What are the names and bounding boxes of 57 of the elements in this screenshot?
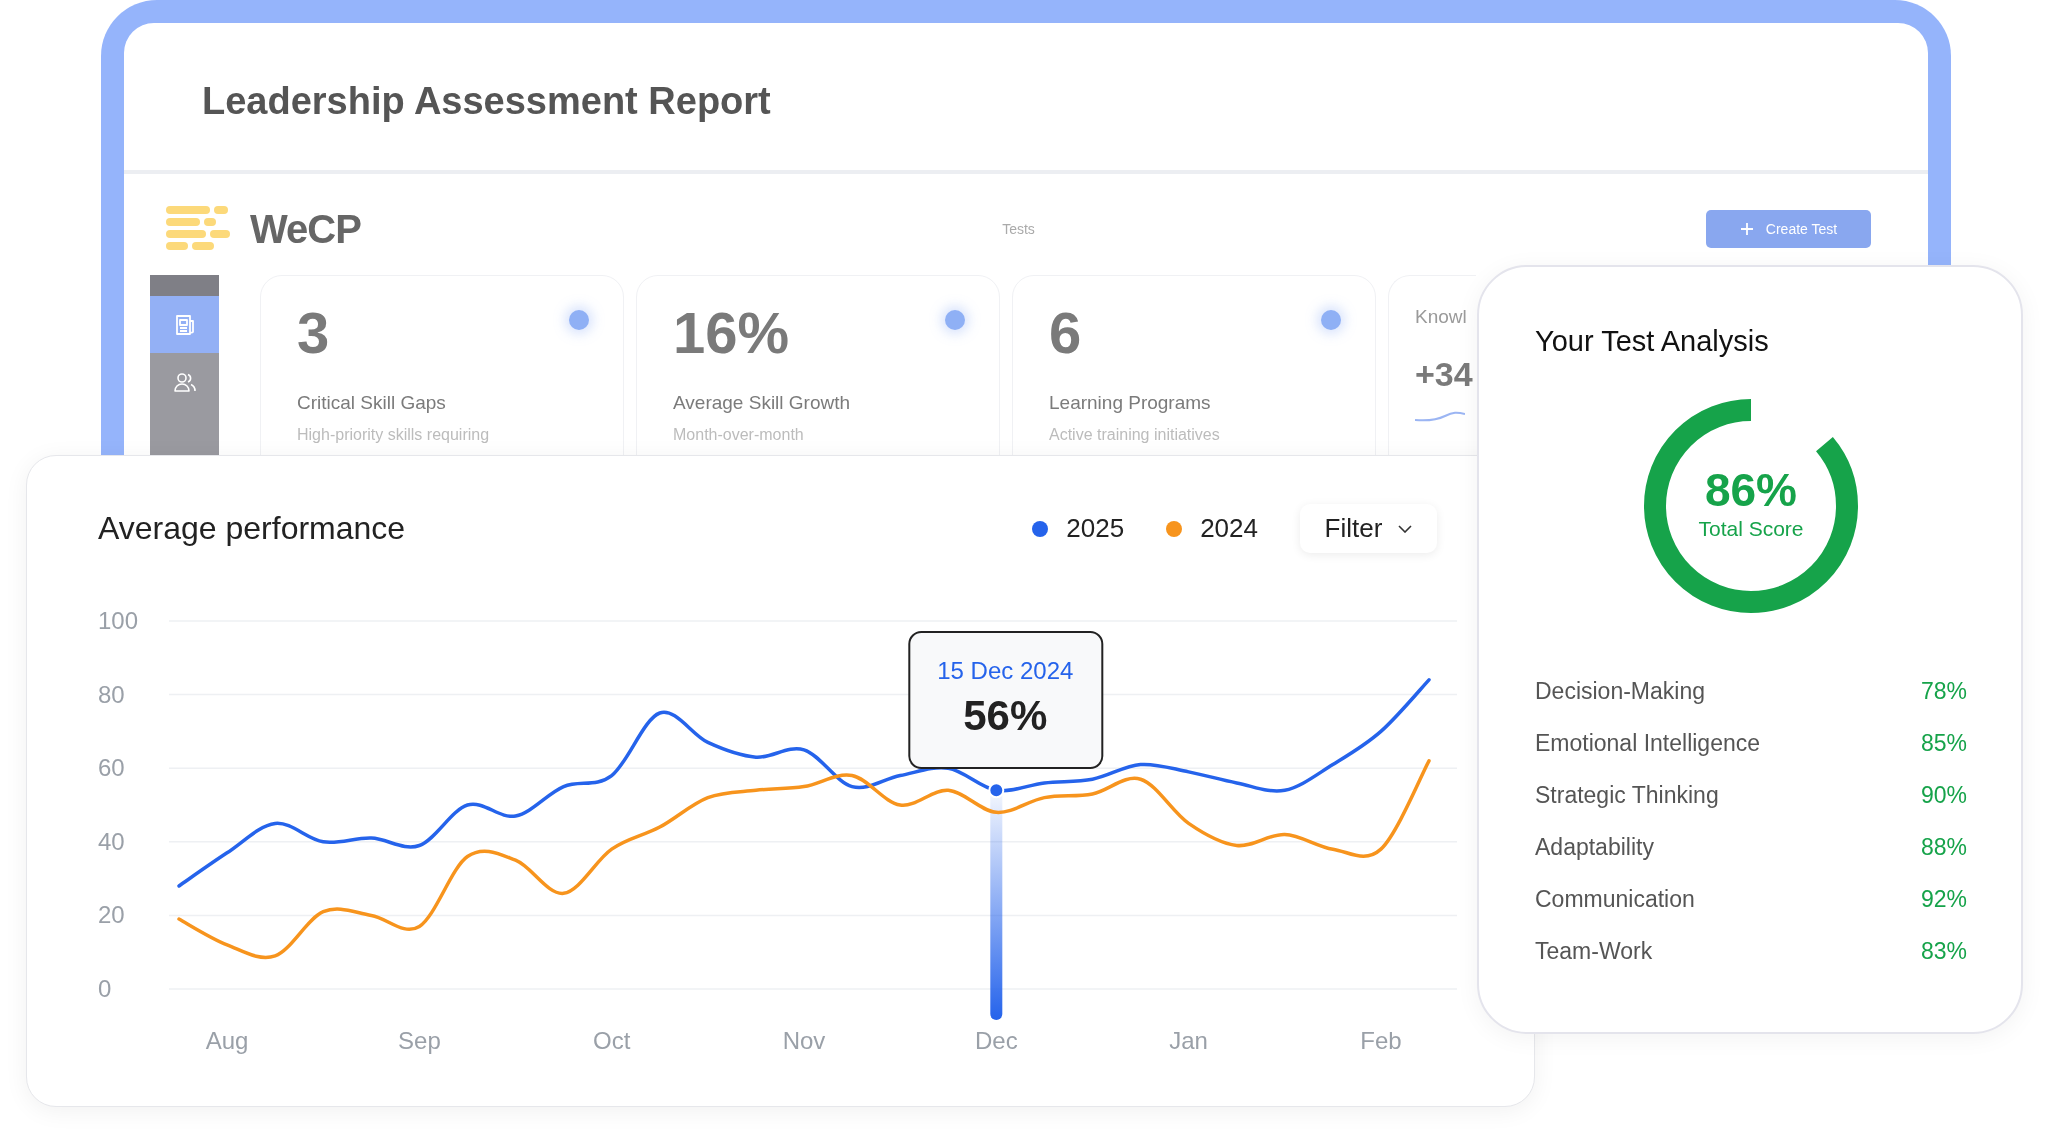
stat-value: 16% [673,299,790,367]
filter-button[interactable]: Filter [1300,504,1437,553]
stat-label: Critical Skill Gaps [297,392,447,414]
legend-label: 2024 [1200,513,1258,544]
skill-score: 90% [1920,781,1967,809]
stat-label: Knowl [1415,306,1468,328]
stat-description: Month-over-month [673,426,805,444]
nav-link[interactable]: Tests [1002,221,1035,237]
report-title: Leadership Assessment Report [124,23,1928,174]
logo-text: WeCP [250,206,361,252]
create-test-button[interactable]: Create Test [1706,210,1871,248]
stat-label: Average Skill Growth [673,392,852,414]
stat-value: 6 [1049,299,1082,367]
sidebar-header [150,275,219,296]
axis-label: 100 [98,607,139,634]
axis-label: Nov [782,1027,826,1054]
chart-title: Average performance [98,510,406,547]
axis-label: 40 [98,827,125,855]
stat-label: Learning Programs [1049,392,1212,414]
axis-label: Aug [205,1027,249,1054]
axis-label: 0 [98,975,112,1002]
tooltip-date: 15 Dec 2024 [937,657,1074,684]
skill-score: 85% [1920,729,1967,757]
axis-label: Feb [1360,1027,1402,1054]
skill-name: Strategic Thinking [1535,781,1719,809]
skill-score: 88% [1920,833,1967,861]
skill-name: Decision-Making [1535,677,1705,705]
skill-score: 83% [1920,937,1967,965]
stat-value: 3 [297,299,330,367]
axis-label: Oct [593,1027,631,1054]
skill-name: Communication [1535,885,1695,913]
chevron-down-icon [1398,524,1413,533]
skill-name: Emotional Intelligence [1535,729,1761,757]
axis-label: Jan [1169,1027,1208,1054]
axis-label: 60 [98,754,125,782]
stat-description: Active training initiatives [1049,426,1221,444]
skill-score: 78% [1920,677,1967,705]
tooltip-value: 56% [963,692,1048,739]
sidebar-item[interactable] [150,296,219,353]
axis-label: Dec [974,1027,1018,1054]
stat-value: +34 [1415,354,1474,394]
plus-icon [1739,222,1754,236]
indicator-dot [1321,310,1341,330]
axis-label: Sep [398,1027,441,1054]
axis-label: 20 [98,901,125,929]
indicator-dot [945,310,965,330]
skill-score: 92% [1920,885,1967,913]
score-label: Total Score [1698,517,1804,541]
stat-description: High-priority skills requiring [297,426,491,444]
indicator-dot [569,310,589,330]
data-point [988,782,1005,799]
legend-label: 2025 [1066,513,1125,544]
skill-name: Team-Work [1535,937,1653,965]
skill-name: Adaptability [1535,833,1654,861]
card-title: Your Test Analysis [1535,324,1770,359]
axis-label: 80 [98,680,125,708]
score-value: 86% [1704,465,1798,515]
